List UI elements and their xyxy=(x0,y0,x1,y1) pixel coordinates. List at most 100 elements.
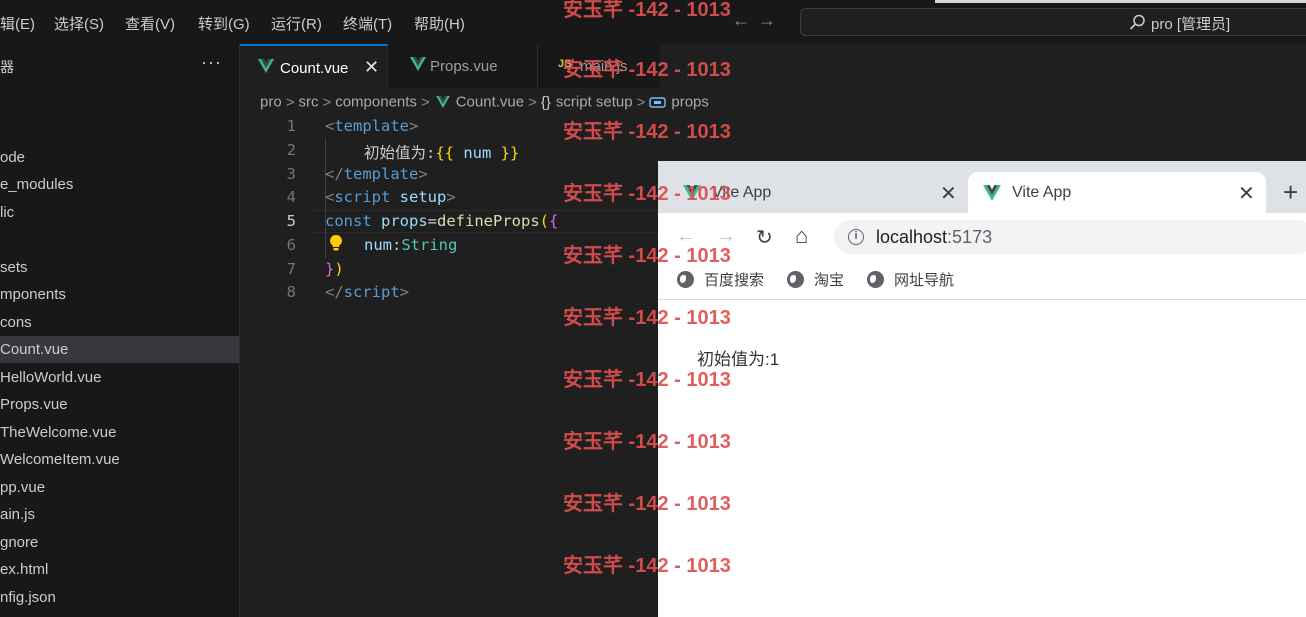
reload-icon[interactable]: ↻ xyxy=(756,225,773,250)
bookmarks-bar: 百度搜索 淘宝 网址导航 xyxy=(658,261,1306,300)
address-bar[interactable]: i localhost:5173 xyxy=(834,220,1306,254)
js-icon: JS xyxy=(558,58,572,70)
tree-item[interactable]: ain.js xyxy=(0,501,239,528)
tab-label: Props.vue xyxy=(430,58,498,75)
bookmark-item[interactable]: 淘宝 xyxy=(787,269,844,290)
tree-item[interactable]: e_modules xyxy=(0,171,239,198)
breadcrumb-item[interactable]: script setup xyxy=(556,94,633,111)
editor-tab-bar: Count.vue ✕ Props.vue JS main.js xyxy=(240,44,660,88)
breadcrumb-item[interactable]: props xyxy=(671,94,709,111)
globe-icon xyxy=(787,271,804,288)
code-line: num:String xyxy=(364,236,458,254)
tree-item[interactable]: cons xyxy=(0,309,239,336)
code-line: </template> xyxy=(325,165,428,183)
search-icon xyxy=(1129,14,1145,30)
tree-item[interactable]: sets xyxy=(0,254,239,281)
explorer-sidebar: 器 ··· ode e_modules lic sets mponents co… xyxy=(0,44,240,617)
chevron-right-icon: > xyxy=(322,93,332,111)
menu-bar: 辑(E) 选择(S) 查看(V) 转到(G) 运行(R) 终端(T) 帮助(H)… xyxy=(0,0,1306,44)
tab-props-vue[interactable]: Props.vue xyxy=(388,44,538,88)
menu-go[interactable]: 转到(G) xyxy=(198,13,250,34)
line-number-current: 5 xyxy=(286,212,296,230)
menu-view[interactable]: 查看(V) xyxy=(125,13,175,34)
browser-toolbar: ← → ↻ ⌂ i localhost:5173 xyxy=(658,213,1306,261)
tree-item[interactable]: gnore xyxy=(0,529,239,556)
chevron-right-icon: > xyxy=(636,93,646,111)
chevron-right-icon: > xyxy=(285,93,295,111)
more-actions-icon[interactable]: ··· xyxy=(201,52,222,73)
tree-item-selected[interactable]: Count.vue xyxy=(0,336,239,363)
forward-arrow-icon[interactable]: → xyxy=(758,10,784,30)
vue-icon xyxy=(683,185,701,201)
tab-label: Count.vue xyxy=(280,60,349,77)
explorer-title: 器 xyxy=(0,59,14,75)
menu-help[interactable]: 帮助(H) xyxy=(414,13,465,34)
tree-item[interactable]: lic xyxy=(0,199,239,226)
command-center-search[interactable]: pro [管理员] xyxy=(800,8,1306,36)
search-text: pro [管理员] xyxy=(1151,16,1231,33)
breadcrumb-item[interactable]: pro xyxy=(260,94,282,111)
vue-icon xyxy=(435,96,450,109)
vue-icon xyxy=(410,57,426,71)
close-icon[interactable]: ✕ xyxy=(364,57,379,78)
line-number: 1 xyxy=(286,117,296,135)
forward-icon[interactable]: → xyxy=(716,225,736,248)
tab-count-vue[interactable]: Count.vue ✕ xyxy=(240,44,388,88)
close-tab-icon[interactable]: ✕ xyxy=(1238,181,1255,206)
window-edge xyxy=(935,0,1306,3)
line-number: 4 xyxy=(286,188,296,206)
back-icon[interactable]: ← xyxy=(676,225,696,248)
tab-main-js[interactable]: JS main.js xyxy=(538,44,660,88)
tree-item[interactable]: TheWelcome.vue xyxy=(0,419,239,446)
chevron-right-icon: > xyxy=(528,93,537,111)
line-number: 6 xyxy=(286,236,296,254)
browser-tab-title: Vite App xyxy=(712,184,772,201)
tree-item[interactable]: nfig.json xyxy=(0,584,239,611)
code-line: <template> xyxy=(325,117,419,135)
line-number: 2 xyxy=(286,141,296,159)
browser-tab-active[interactable]: Vite App ✕ xyxy=(968,172,1266,213)
lightbulb-icon[interactable] xyxy=(329,234,343,252)
menu-edit[interactable]: 辑(E) xyxy=(0,13,35,34)
browser-tab-title: Vite App xyxy=(1012,184,1072,201)
line-number: 8 xyxy=(286,283,296,301)
breadcrumb-item[interactable]: Count.vue xyxy=(456,94,524,111)
page-text: 初始值为:1 xyxy=(697,350,780,369)
close-tab-icon[interactable]: ✕ xyxy=(940,181,957,206)
browser-window: Vite App ✕ Vite App ✕ + ← → ↻ ⌂ i localh… xyxy=(658,161,1306,617)
code-line: const props=defineProps({ xyxy=(325,212,559,230)
line-number: 3 xyxy=(286,165,296,183)
menu-selection[interactable]: 选择(S) xyxy=(54,13,104,34)
code-line: }) xyxy=(325,260,344,278)
tree-item[interactable]: HelloWorld.vue xyxy=(0,364,239,391)
vue-icon xyxy=(258,59,274,73)
breadcrumb: pro > src > components > Count.vue >{} script se… xyxy=(260,93,709,111)
code-line: <script setup> xyxy=(325,188,456,206)
tree-item[interactable]: WelcomeItem.vue xyxy=(0,446,239,473)
code-editor[interactable]: 1 2 3 4 5 6 7 8 <template> 初始值为:{{ num }… xyxy=(240,114,660,617)
url-text: localhost:5173 xyxy=(876,227,993,247)
tree-item[interactable]: ode xyxy=(0,144,239,171)
braces-icon: {} xyxy=(540,93,551,111)
site-info-icon[interactable]: i xyxy=(848,229,864,245)
home-icon[interactable]: ⌂ xyxy=(795,223,808,249)
breadcrumb-item[interactable]: src xyxy=(298,94,318,111)
back-arrow-icon[interactable]: ← xyxy=(732,10,758,30)
menu-run[interactable]: 运行(R) xyxy=(271,13,322,34)
bookmark-item[interactable]: 百度搜索 xyxy=(677,269,764,290)
tree-item[interactable]: ex.html xyxy=(0,556,239,583)
navigation-arrows: ←→ xyxy=(732,10,784,31)
browser-tab-strip: Vite App ✕ Vite App ✕ + xyxy=(658,161,1306,213)
menu-terminal[interactable]: 终端(T) xyxy=(343,13,392,34)
tree-item[interactable]: Props.vue xyxy=(0,391,239,418)
vue-icon xyxy=(983,185,1001,201)
chevron-right-icon: > xyxy=(420,93,430,111)
globe-icon xyxy=(677,271,694,288)
browser-tab[interactable]: Vite App ✕ xyxy=(668,172,966,213)
tree-item[interactable]: mponents xyxy=(0,281,239,308)
code-line: 初始值为:{{ num }} xyxy=(364,144,520,162)
new-tab-button[interactable]: + xyxy=(1283,177,1298,208)
breadcrumb-item[interactable]: components xyxy=(335,94,417,111)
tree-item[interactable]: pp.vue xyxy=(0,474,239,501)
bookmark-item[interactable]: 网址导航 xyxy=(867,269,954,290)
